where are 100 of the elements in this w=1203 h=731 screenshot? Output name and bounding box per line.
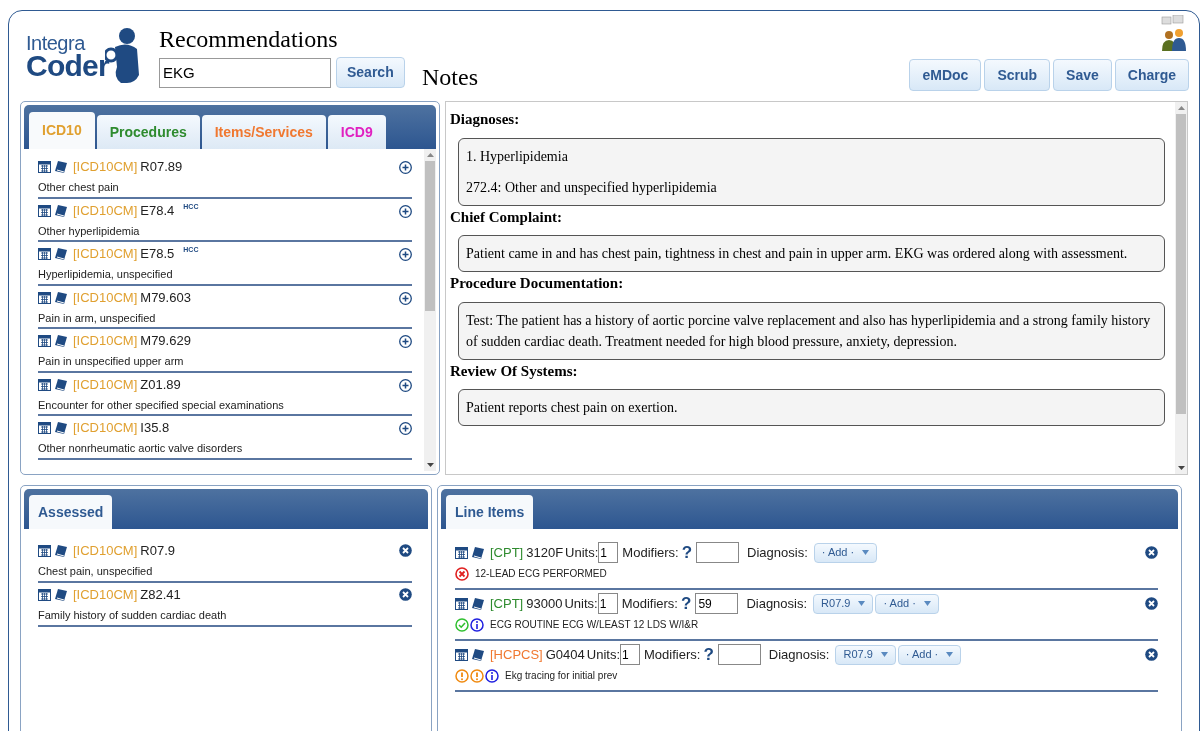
book-icon[interactable] xyxy=(54,588,68,602)
search-button[interactable]: Search xyxy=(336,57,405,88)
units-field[interactable]: 1 xyxy=(598,542,619,563)
scroll-up-icon[interactable] xyxy=(426,153,434,157)
calendar-icon[interactable] xyxy=(455,597,468,610)
field-label: Units: xyxy=(564,594,598,613)
caret-icon xyxy=(880,652,888,657)
help-link[interactable]: ? xyxy=(681,595,692,612)
section-heading: Procedure Documentation: xyxy=(450,274,625,293)
info-icon xyxy=(470,617,484,632)
scrollbar-thumb[interactable] xyxy=(1176,114,1186,414)
toolbar-button[interactable]: eMDoc xyxy=(909,59,982,91)
code-number: R07.9 xyxy=(140,542,175,561)
scrollbar-thumb[interactable] xyxy=(425,161,435,311)
modifier-field[interactable]: 59 xyxy=(695,593,739,614)
note-box[interactable] xyxy=(458,301,1165,360)
code-description: Other nonrheumatic aortic valve disorders xyxy=(38,442,244,455)
book-icon[interactable] xyxy=(471,545,485,560)
calendar-icon[interactable] xyxy=(38,335,51,347)
code-description: Chest pain, unspecified xyxy=(38,565,154,578)
field-label: Modifiers: xyxy=(622,543,679,562)
note-text: Patient reports chest pain on exertion. xyxy=(466,399,679,417)
add-icon[interactable] xyxy=(399,161,412,174)
add-icon[interactable] xyxy=(399,291,412,305)
diagnosis-dropdown[interactable]: · Add · xyxy=(813,542,878,563)
scrollbar[interactable] xyxy=(1175,102,1187,474)
remove-icon[interactable] xyxy=(399,544,412,557)
remove-icon[interactable] xyxy=(399,588,412,601)
scroll-down-icon[interactable] xyxy=(1177,466,1185,470)
scrollbar[interactable] xyxy=(424,149,436,471)
remove-icon[interactable] xyxy=(1145,546,1158,559)
code-description: Encounter for other specified special examinations xyxy=(38,398,285,412)
panel-tab[interactable]: ICD9 xyxy=(327,115,386,149)
code-number: E78.5 xyxy=(140,245,175,264)
diagnosis-dropdown[interactable]: R07.9 xyxy=(835,644,896,665)
code-description: Family history of sudden cardiac death xyxy=(38,609,228,622)
diagnosis-dropdown[interactable]: · Add · xyxy=(875,593,939,614)
note-box[interactable]: Patient reports chest pain on exertion. xyxy=(458,389,1165,426)
panel-title: Recommendations xyxy=(159,25,339,53)
calendar-icon[interactable] xyxy=(38,248,51,260)
book-icon[interactable] xyxy=(54,421,68,435)
code-system: [ICD10CM] xyxy=(73,542,138,561)
calendar-icon[interactable] xyxy=(38,545,51,557)
toolbar-button[interactable]: Scrub xyxy=(984,59,1051,91)
units-field[interactable]: 1 xyxy=(620,644,640,665)
book-icon[interactable] xyxy=(54,377,68,392)
code-system: [ICD10CM] xyxy=(73,158,138,177)
code-number: 3120F xyxy=(526,543,564,562)
caret-icon xyxy=(858,601,866,606)
note-box[interactable]: Patient came in and has chest pain, tightness in chest and pain in upper arm. EKG was ordered along with assessment. xyxy=(458,235,1165,272)
people-chat-icon[interactable] xyxy=(1161,15,1187,51)
add-icon[interactable] xyxy=(399,248,412,261)
book-icon[interactable] xyxy=(54,203,68,218)
panel-tab[interactable]: Procedures xyxy=(96,115,200,149)
help-link[interactable]: ? xyxy=(703,646,714,663)
add-icon[interactable] xyxy=(399,204,412,218)
calendar-icon[interactable] xyxy=(38,589,51,601)
toolbar-button[interactable]: Charge xyxy=(1114,59,1189,91)
book-icon[interactable] xyxy=(54,290,68,305)
note-box[interactable]: 1. Hyperlipidemia 272.4: Other and unspecified hyperlipidemia xyxy=(458,137,1165,206)
search-field[interactable]: EKG xyxy=(159,57,331,88)
book-icon[interactable] xyxy=(471,647,485,662)
scroll-down-icon[interactable] xyxy=(426,463,434,467)
warning-icon xyxy=(455,668,469,683)
book-icon[interactable] xyxy=(54,247,68,261)
add-icon[interactable] xyxy=(399,378,412,392)
diagnosis-dropdown[interactable]: · Add · xyxy=(897,644,962,665)
panel-tab[interactable]: Line Items xyxy=(446,495,534,529)
info-icon xyxy=(485,668,499,683)
note-text: Patient came in and has chest pain, tightness in chest and pain in upper arm. EKG was ordered along with assessment. xyxy=(466,245,1129,263)
code-system: [ICD10CM] xyxy=(73,586,138,605)
modifier-field[interactable] xyxy=(717,644,761,665)
calendar-icon[interactable] xyxy=(455,546,468,559)
add-icon[interactable] xyxy=(399,422,412,435)
units-field[interactable]: 1 xyxy=(597,593,618,614)
code-description: 12-LEAD ECG PERFORMED xyxy=(475,567,607,581)
code-system: [ICD10CM] xyxy=(73,288,138,307)
book-icon[interactable] xyxy=(54,160,68,174)
code-system: [ICD10CM] xyxy=(73,375,138,394)
toolbar-button[interactable]: Save xyxy=(1053,59,1112,91)
remove-icon[interactable] xyxy=(1145,597,1158,610)
calendar-icon[interactable] xyxy=(38,161,51,173)
panel-tab[interactable]: Assessed xyxy=(29,495,113,529)
help-link[interactable]: ? xyxy=(681,544,693,561)
scroll-up-icon[interactable] xyxy=(1177,106,1185,110)
calendar-icon[interactable] xyxy=(38,378,51,391)
code-system: [CPT] xyxy=(490,594,524,613)
remove-icon[interactable] xyxy=(1145,648,1158,661)
modifier-field[interactable] xyxy=(696,542,740,563)
book-icon[interactable] xyxy=(471,596,485,611)
code-number: I35.8 xyxy=(140,419,170,438)
calendar-icon[interactable] xyxy=(455,648,468,661)
calendar-icon[interactable] xyxy=(38,204,51,217)
code-number: G0404 xyxy=(545,645,585,664)
add-icon[interactable] xyxy=(399,335,412,348)
calendar-icon[interactable] xyxy=(38,291,51,304)
book-icon[interactable] xyxy=(54,334,68,348)
calendar-icon[interactable] xyxy=(38,422,51,434)
book-icon[interactable] xyxy=(54,544,68,558)
diagnosis-dropdown[interactable]: R07.9 xyxy=(813,593,874,614)
